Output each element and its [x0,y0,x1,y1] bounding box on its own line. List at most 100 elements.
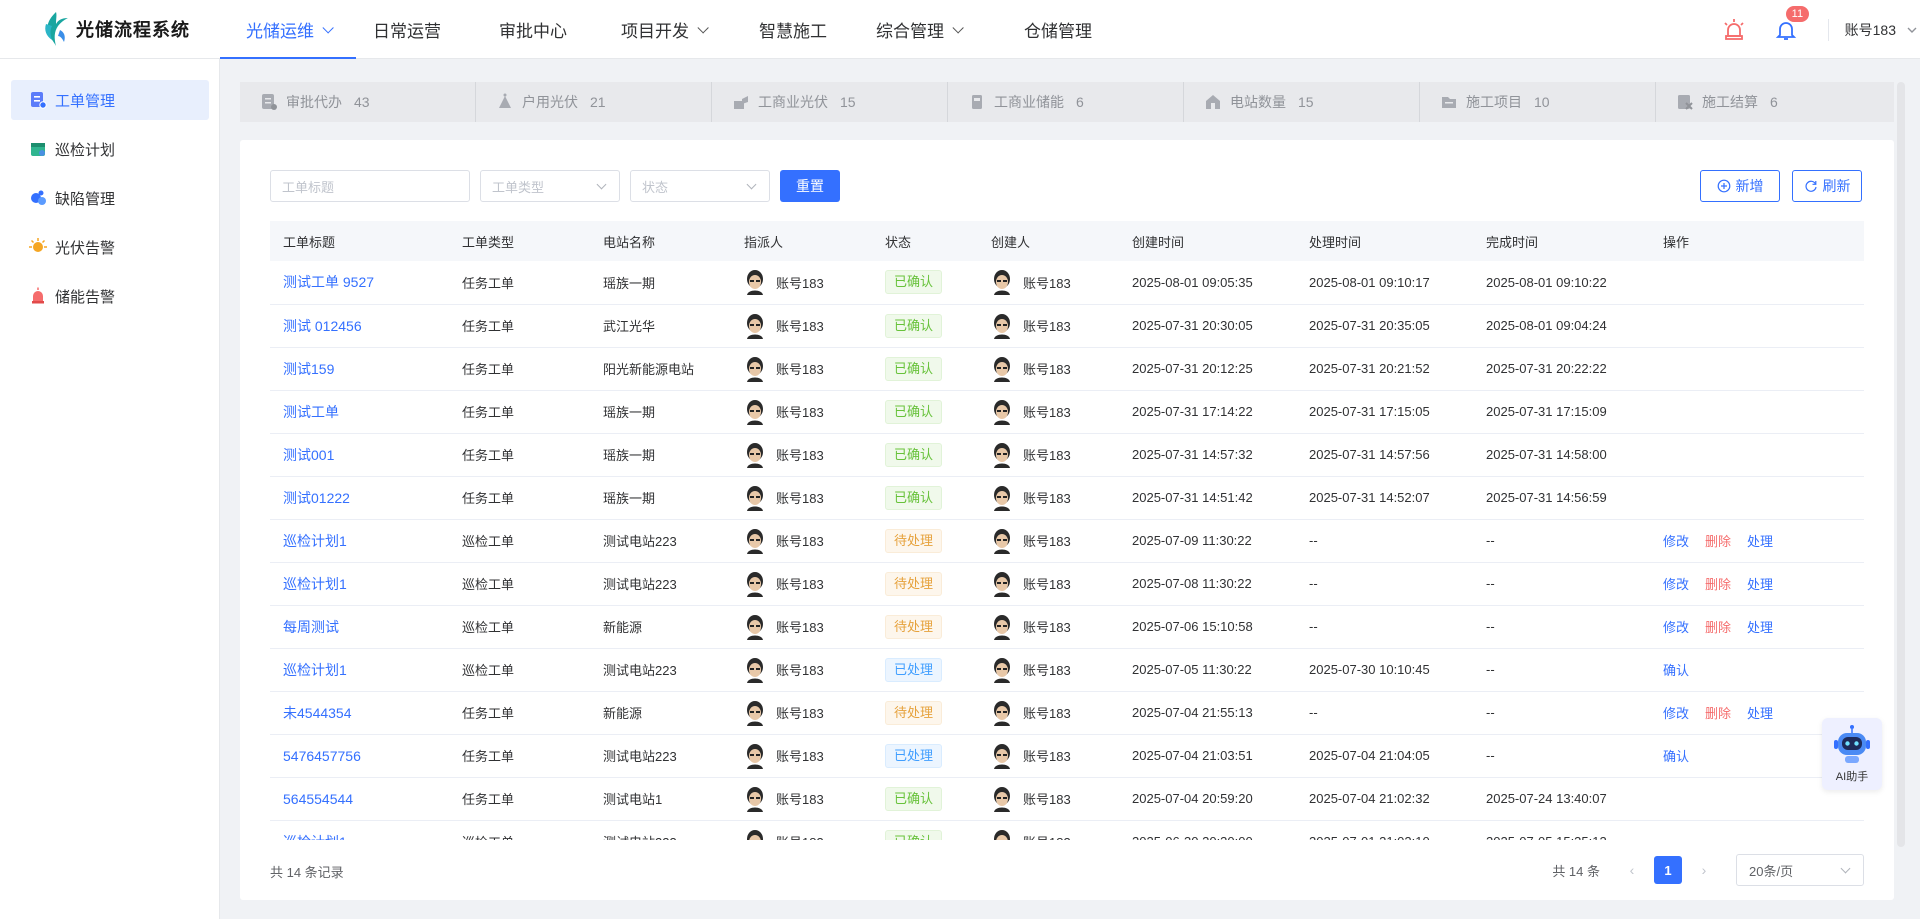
table-row[interactable]: 巡检计划1 巡检工单 测试电站223 账号183 待处理 账号183 2025-07-09 … [270,519,1864,562]
order-title-link[interactable]: 564554544 [270,777,449,820]
stat-tab-count: 15 [1298,94,1314,110]
avatar [747,442,763,468]
sidebar-item-defect-management[interactable]: 缺陷管理 [11,178,209,218]
table-row[interactable]: 测试工单 9527 任务工单 瑶族一期 账号183 已确认 账号183 2025-08-01… [270,261,1864,304]
status-cell: 已确认 [872,820,978,840]
table-row[interactable]: 未4544354 任务工单 新能源 账号183 待处理 账号183 2025-07-04 2… [270,691,1864,734]
creator: 账号183 [991,356,1119,382]
ai-assistant-label: AI助手 [1835,771,1869,783]
status-badge: 已确认 [885,399,943,424]
status-select[interactable]: 状态 [630,170,770,202]
table-row[interactable]: 5476457756 任务工单 测试电站223 账号183 已处理 账号183 2025-0… [270,734,1864,777]
order-title-link[interactable]: 每周测试 [270,605,449,648]
status-badge: 待处理 [885,571,943,596]
app-logo[interactable]: 光储流程系统 [42,10,190,48]
sidebar-item-inspection-plan[interactable]: 巡检计划 [11,129,209,169]
order-title-link[interactable]: 未4544354 [270,691,449,734]
next-page-icon[interactable]: › [1690,856,1718,884]
table-row[interactable]: 巡检计划1巡检工单测试电站223 账号183 已确认 账号183 2025-06-30 … [270,820,1864,840]
order-title-link[interactable]: 巡检计划1 [270,820,449,841]
delete-action[interactable]: 删除 [1705,531,1731,550]
stat-tab-station-count[interactable]: 电站数量 15 [1184,82,1420,122]
order-title-link[interactable]: 测试工单 [270,390,449,433]
order-title-link[interactable]: 5476457756 [270,734,449,777]
confirm-action[interactable]: 确认 [1663,660,1689,679]
order-title-link[interactable]: 巡检计划1 [270,562,449,605]
stat-tabs: 审批代办 43 户用光伏 21 工商业光伏 15 工商业储能 6 电站数量 15 施工项目… [240,82,1894,122]
stat-tab-label: 工商业光伏 [758,94,828,110]
table-row[interactable]: 每周测试 巡检工单 新能源 账号183 待处理 账号183 2025-07-06 15:10… [270,605,1864,648]
ai-assistant-button[interactable]: AI助手 [1822,718,1882,790]
process-action[interactable]: 处理 [1747,703,1773,722]
table-row[interactable]: 巡检计划1 巡检工单 测试电站223 账号183 已处理 账号183 2025-07-05 … [270,648,1864,691]
table-row[interactable]: 测试001 任务工单 瑶族一期 账号183 已确认 账号183 2025-07-31 14:… [270,433,1864,476]
record-count: 共 14 条记录 [270,865,344,880]
nav-item-general-management[interactable]: 综合管理 [868,0,968,59]
assignee: 账号183 [744,786,872,812]
stat-tab-settlement[interactable]: 施工结算 6 [1656,82,1894,122]
order-title-link[interactable]: 巡检计划1 [270,648,449,691]
stat-tab-commercial-storage[interactable]: 工商业储能 6 [948,82,1184,122]
page-number[interactable]: 1 [1654,856,1682,884]
nav-item-approval-center[interactable]: 审批中心 [458,0,608,59]
table-row[interactable]: 测试 012456 任务工单 武江光华 账号183 已确认 账号183 2025-07-31… [270,304,1864,347]
stat-tab-construction[interactable]: 施工项目 10 [1420,82,1656,122]
notification-button[interactable]: 11 [1774,5,1810,42]
nav-item-daily-operations[interactable]: 日常运营 [356,0,458,59]
edit-action[interactable]: 修改 [1663,531,1689,550]
created-time: 2025-07-06 15:10:58 [1132,619,1253,634]
table-row[interactable]: 564554544 任务工单 测试电站1 账号183 已确认 账号183 2025-07-0… [270,777,1864,820]
alarm-light-icon[interactable] [1722,18,1746,42]
reset-button[interactable]: 重置 [780,170,840,202]
delete-action[interactable]: 删除 [1705,617,1731,636]
process-action[interactable]: 处理 [1747,574,1773,593]
nav-item-project-development[interactable]: 项目开发 [608,0,718,59]
avatar [747,786,763,812]
delete-action[interactable]: 删除 [1705,574,1731,593]
type-select[interactable]: 工单类型 [480,170,620,202]
creator-cell: 账号183 [978,777,1119,820]
order-title-link[interactable]: 巡检计划1 [270,519,449,562]
user-name[interactable]: 账号183 [1845,20,1896,40]
confirm-action[interactable]: 确认 [1663,746,1689,765]
construction-icon [1442,97,1456,108]
refresh-button[interactable]: 刷新 [1792,170,1862,202]
notification-badge: 11 [1785,5,1810,22]
table-row[interactable]: 测试01222 任务工单 瑶族一期 账号183 已确认 账号183 2025-07-31 1… [270,476,1864,519]
edit-action[interactable]: 修改 [1663,703,1689,722]
add-button-label: 新增 [1735,178,1764,194]
process-action[interactable]: 处理 [1747,617,1773,636]
delete-action[interactable]: 删除 [1705,703,1731,722]
order-title-link[interactable]: 测试001 [270,433,449,476]
edit-action[interactable]: 修改 [1663,617,1689,636]
stat-tab-approval[interactable]: 审批代办 43 [240,82,476,122]
edit-action[interactable]: 修改 [1663,574,1689,593]
prev-page-icon[interactable]: ‹ [1618,856,1646,884]
sidebar-item-pv-alarm[interactable]: 光伏告警 [11,227,209,267]
stat-tab-commercial-pv[interactable]: 工商业光伏 15 [712,82,948,122]
sidebar-item-storage-alarm[interactable]: 储能告警 [11,276,209,316]
work-order-table: 工单标题 工单类型 电站名称 指派人 状态 创建人 创建时间 处理时间 完成时间… [270,221,1864,840]
process-action[interactable]: 处理 [1747,531,1773,550]
processed-time: 2025-07-01 21:02:10 [1296,820,1473,840]
order-title-link[interactable]: 测试159 [270,347,449,390]
title-search-input[interactable]: 工单标题 [270,170,470,202]
caret-down-icon[interactable] [1904,18,1920,42]
page-scrollbar[interactable] [1897,82,1905,847]
table-row[interactable]: 巡检计划1 巡检工单 测试电站223 账号183 待处理 账号183 2025-07-08 … [270,562,1864,605]
page-size-select[interactable]: 20条/页 [1736,854,1864,886]
status-badge: 已确认 [885,313,943,338]
order-title-link[interactable]: 测试 012456 [270,304,449,347]
table-row[interactable]: 测试工单 任务工单 瑶族一期 账号183 已确认 账号183 2025-07-31 17:1… [270,390,1864,433]
table-row[interactable]: 测试159 任务工单 阳光新能源电站 账号183 已确认 账号183 2025-07-31 … [270,347,1864,390]
nav-label: 日常运营 [373,22,441,41]
nav-item-warehouse-management[interactable]: 仓储管理 [968,0,1148,59]
nav-item-pv-operations[interactable]: 光储运维 [220,0,356,59]
add-button[interactable]: 新增 [1700,170,1780,202]
nav-item-smart-construction[interactable]: 智慧施工 [718,0,868,59]
sidebar-item-work-order[interactable]: 工单管理 [11,80,209,120]
order-title-link[interactable]: 测试工单 9527 [270,261,449,304]
assignee-cell: 账号183 [731,562,872,605]
stat-tab-household-pv[interactable]: 户用光伏 21 [476,82,712,122]
order-title-link[interactable]: 测试01222 [270,476,449,519]
